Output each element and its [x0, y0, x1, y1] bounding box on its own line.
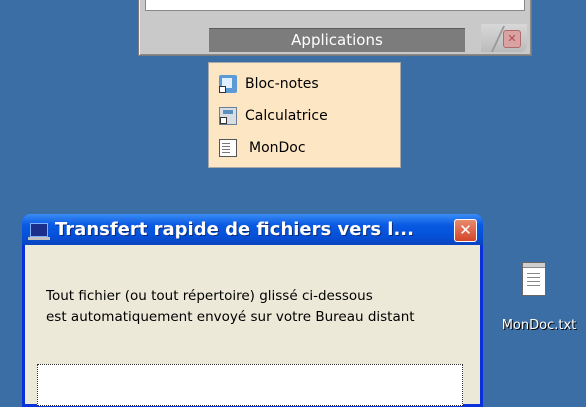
dialog-message-line1: Tout fichier (ou tout répertoire) glissé… — [46, 288, 373, 304]
shortcut-arrow-icon — [219, 86, 226, 93]
menu-item-bloc-notes[interactable]: Bloc-notes — [219, 73, 389, 95]
close-icon[interactable]: ✕ — [503, 30, 521, 48]
calculator-icon — [219, 107, 237, 125]
applications-title-bar[interactable]: Applications — [209, 28, 465, 52]
applications-panel: Applications ✕ — [138, 0, 532, 56]
menu-item-mondoc[interactable]: MonDoc — [219, 137, 389, 159]
menu-item-label: Bloc-notes — [245, 76, 319, 92]
menu-item-label: MonDoc — [249, 140, 306, 156]
dialog-message: Tout fichier (ou tout répertoire) glissé… — [46, 286, 415, 328]
desktop-file-label: MonDoc.txt — [501, 318, 577, 333]
notepad-icon — [219, 75, 237, 93]
dialog-close-button[interactable]: ✕ — [454, 219, 477, 242]
shortcut-arrow-icon — [220, 117, 227, 124]
text-document-icon — [522, 262, 546, 296]
panel-top-strip — [145, 0, 525, 11]
text-document-icon — [219, 139, 237, 157]
dialog-titlebar[interactable]: Transfert rapide de fichiers vers l... ✕ — [22, 214, 483, 245]
desktop-file-mondoc[interactable]: MonDoc.txt — [496, 258, 582, 338]
monitor-icon — [28, 223, 50, 240]
menu-item-label: Calculatrice — [245, 108, 328, 124]
dialog-message-line2: est automatiquement envoyé sur votre Bur… — [46, 309, 415, 325]
file-transfer-dialog: Transfert rapide de fichiers vers l... ✕… — [22, 214, 483, 407]
applications-menu: Bloc-notes Calculatrice MonDoc — [208, 62, 401, 168]
file-drop-zone[interactable] — [37, 364, 463, 406]
menu-item-calculatrice[interactable]: Calculatrice — [219, 105, 389, 127]
dialog-title: Transfert rapide de fichiers vers l... — [55, 219, 414, 240]
